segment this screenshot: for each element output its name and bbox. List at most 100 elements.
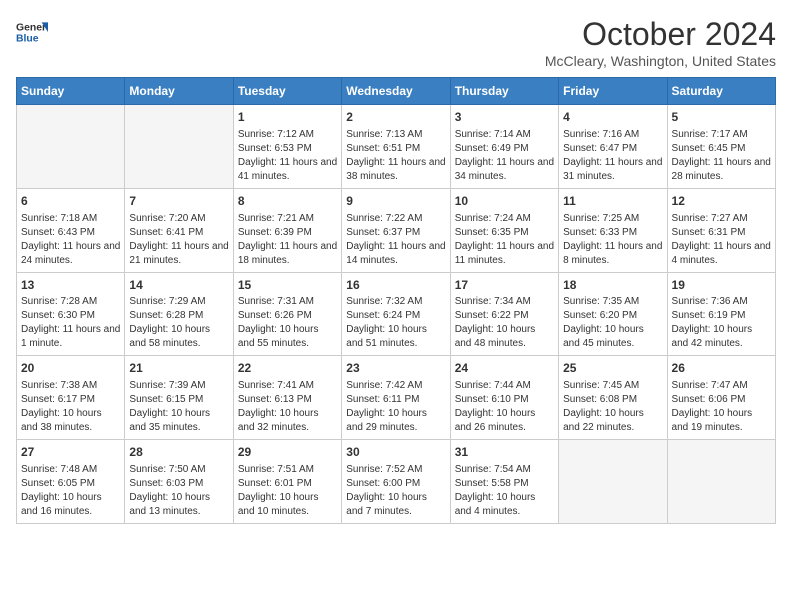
day-info: Sunrise: 7:17 AMSunset: 6:45 PMDaylight:… [672, 128, 771, 184]
calendar-cell [559, 440, 667, 524]
day-info: Sunrise: 7:51 AMSunset: 6:01 PMDaylight:… [238, 463, 337, 519]
month-title: October 2024 [545, 16, 776, 53]
calendar-week-row: 13Sunrise: 7:28 AMSunset: 6:30 PMDayligh… [17, 272, 776, 356]
calendar-cell: 7Sunrise: 7:20 AMSunset: 6:41 PMDaylight… [125, 188, 233, 272]
day-info: Sunrise: 7:13 AMSunset: 6:51 PMDaylight:… [346, 128, 445, 184]
calendar-cell: 28 Sunrise: 7:50 AMSunset: 6:03 PMDayligh… [125, 440, 233, 524]
calendar-cell: 22 Sunrise: 7:41 AMSunset: 6:13 PMDayligh… [233, 356, 341, 440]
calendar-cell: 25Sunrise: 7:45 AMSunset: 6:08 PMDayligh… [559, 356, 667, 440]
day-number: 9 [346, 193, 445, 210]
day-info: Sunrise: 7:32 AMSunset: 6:24 PMDaylight:… [346, 295, 445, 351]
calendar-cell [667, 440, 775, 524]
calendar-cell: 6 Sunrise: 7:18 AMSunset: 6:43 PMDaylight… [17, 188, 125, 272]
calendar-cell: 8 Sunrise: 7:21 AMSunset: 6:39 PMDaylight… [233, 188, 341, 272]
day-info: Sunrise: 7:29 AMSunset: 6:28 PMDaylight:… [129, 295, 228, 351]
calendar-cell [125, 105, 233, 189]
calendar-cell: 20 Sunrise: 7:38 AMSunset: 6:17 PMDayligh… [17, 356, 125, 440]
day-number: 25 [563, 360, 662, 377]
weekday-header: Friday [559, 78, 667, 105]
weekday-header: Thursday [450, 78, 558, 105]
day-number: 13 [21, 277, 120, 294]
svg-text:Blue: Blue [16, 34, 39, 45]
day-info: Sunrise: 7:20 AMSunset: 6:41 PMDaylight:… [129, 212, 228, 268]
day-number: 20 [21, 360, 120, 377]
day-number: 17 [455, 277, 554, 294]
title-block: October 2024 McCleary, Washington, Unite… [545, 16, 776, 69]
day-info: Sunrise: 7:34 AMSunset: 6:22 PMDaylight:… [455, 295, 554, 351]
day-info: Sunrise: 7:41 AMSunset: 6:13 PMDaylight:… [238, 379, 337, 435]
day-number: 8 [238, 193, 337, 210]
day-info: Sunrise: 7:44 AMSunset: 6:10 PMDaylight:… [455, 379, 554, 435]
day-number: 28 [129, 444, 228, 461]
calendar-week-row: 20 Sunrise: 7:38 AMSunset: 6:17 PMDayligh… [17, 356, 776, 440]
calendar-cell: 26 Sunrise: 7:47 AMSunset: 6:06 PMDayligh… [667, 356, 775, 440]
calendar-cell: 14Sunrise: 7:29 AMSunset: 6:28 PMDayligh… [125, 272, 233, 356]
weekday-header: Sunday [17, 78, 125, 105]
day-number: 2 [346, 109, 445, 126]
day-number: 10 [455, 193, 554, 210]
day-info: Sunrise: 7:28 AMSunset: 6:30 PMDaylight:… [21, 295, 120, 351]
day-number: 12 [672, 193, 771, 210]
calendar-cell: 12 Sunrise: 7:27 AMSunset: 6:31 PMDayligh… [667, 188, 775, 272]
day-number: 22 [238, 360, 337, 377]
day-number: 21 [129, 360, 228, 377]
day-info: Sunrise: 7:18 AMSunset: 6:43 PMDaylight:… [21, 212, 120, 268]
weekday-header: Monday [125, 78, 233, 105]
calendar-cell: 23 Sunrise: 7:42 AMSunset: 6:11 PMDayligh… [342, 356, 450, 440]
calendar-cell: 31Sunrise: 7:54 AMSunset: 5:58 PMDayligh… [450, 440, 558, 524]
calendar-cell: 5 Sunrise: 7:17 AMSunset: 6:45 PMDaylight… [667, 105, 775, 189]
logo: General Blue [16, 16, 48, 48]
calendar-table: SundayMondayTuesdayWednesdayThursdayFrid… [16, 77, 776, 524]
day-number: 27 [21, 444, 120, 461]
day-number: 11 [563, 193, 662, 210]
day-info: Sunrise: 7:48 AMSunset: 6:05 PMDaylight:… [21, 463, 120, 519]
weekday-header: Tuesday [233, 78, 341, 105]
weekday-header: Saturday [667, 78, 775, 105]
page-header: General Blue October 2024 McCleary, Wash… [16, 16, 776, 69]
day-number: 3 [455, 109, 554, 126]
day-number: 23 [346, 360, 445, 377]
calendar-cell: 15Sunrise: 7:31 AMSunset: 6:26 PMDayligh… [233, 272, 341, 356]
weekday-header: Wednesday [342, 78, 450, 105]
calendar-cell: 2 Sunrise: 7:13 AMSunset: 6:51 PMDaylight… [342, 105, 450, 189]
day-info: Sunrise: 7:24 AMSunset: 6:35 PMDaylight:… [455, 212, 554, 268]
day-number: 26 [672, 360, 771, 377]
day-number: 5 [672, 109, 771, 126]
day-number: 4 [563, 109, 662, 126]
day-info: Sunrise: 7:42 AMSunset: 6:11 PMDaylight:… [346, 379, 445, 435]
day-info: Sunrise: 7:12 AMSunset: 6:53 PMDaylight:… [238, 128, 337, 184]
calendar-cell: 11Sunrise: 7:25 AMSunset: 6:33 PMDayligh… [559, 188, 667, 272]
day-number: 6 [21, 193, 120, 210]
day-info: Sunrise: 7:22 AMSunset: 6:37 PMDaylight:… [346, 212, 445, 268]
calendar-cell: 13Sunrise: 7:28 AMSunset: 6:30 PMDayligh… [17, 272, 125, 356]
day-info: Sunrise: 7:47 AMSunset: 6:06 PMDaylight:… [672, 379, 771, 435]
day-info: Sunrise: 7:50 AMSunset: 6:03 PMDaylight:… [129, 463, 228, 519]
day-info: Sunrise: 7:52 AMSunset: 6:00 PMDaylight:… [346, 463, 445, 519]
day-info: Sunrise: 7:39 AMSunset: 6:15 PMDaylight:… [129, 379, 228, 435]
calendar-week-row: 27 Sunrise: 7:48 AMSunset: 6:05 PMDayligh… [17, 440, 776, 524]
day-info: Sunrise: 7:35 AMSunset: 6:20 PMDaylight:… [563, 295, 662, 351]
calendar-cell: 29 Sunrise: 7:51 AMSunset: 6:01 PMDayligh… [233, 440, 341, 524]
calendar-cell [17, 105, 125, 189]
day-info: Sunrise: 7:31 AMSunset: 6:26 PMDaylight:… [238, 295, 337, 351]
day-number: 29 [238, 444, 337, 461]
calendar-week-row: 6 Sunrise: 7:18 AMSunset: 6:43 PMDaylight… [17, 188, 776, 272]
calendar-cell: 24Sunrise: 7:44 AMSunset: 6:10 PMDayligh… [450, 356, 558, 440]
day-number: 16 [346, 277, 445, 294]
day-info: Sunrise: 7:38 AMSunset: 6:17 PMDaylight:… [21, 379, 120, 435]
day-number: 14 [129, 277, 228, 294]
day-number: 19 [672, 277, 771, 294]
day-number: 15 [238, 277, 337, 294]
day-info: Sunrise: 7:16 AMSunset: 6:47 PMDaylight:… [563, 128, 662, 184]
day-number: 18 [563, 277, 662, 294]
day-info: Sunrise: 7:27 AMSunset: 6:31 PMDaylight:… [672, 212, 771, 268]
weekday-header-row: SundayMondayTuesdayWednesdayThursdayFrid… [17, 78, 776, 105]
calendar-cell: 10 Sunrise: 7:24 AMSunset: 6:35 PMDayligh… [450, 188, 558, 272]
day-number: 30 [346, 444, 445, 461]
day-info: Sunrise: 7:21 AMSunset: 6:39 PMDaylight:… [238, 212, 337, 268]
day-info: Sunrise: 7:36 AMSunset: 6:19 PMDaylight:… [672, 295, 771, 351]
calendar-cell: 16Sunrise: 7:32 AMSunset: 6:24 PMDayligh… [342, 272, 450, 356]
calendar-cell: 3Sunrise: 7:14 AMSunset: 6:49 PMDaylight… [450, 105, 558, 189]
calendar-cell: 21 Sunrise: 7:39 AMSunset: 6:15 PMDayligh… [125, 356, 233, 440]
calendar-cell: 17Sunrise: 7:34 AMSunset: 6:22 PMDayligh… [450, 272, 558, 356]
